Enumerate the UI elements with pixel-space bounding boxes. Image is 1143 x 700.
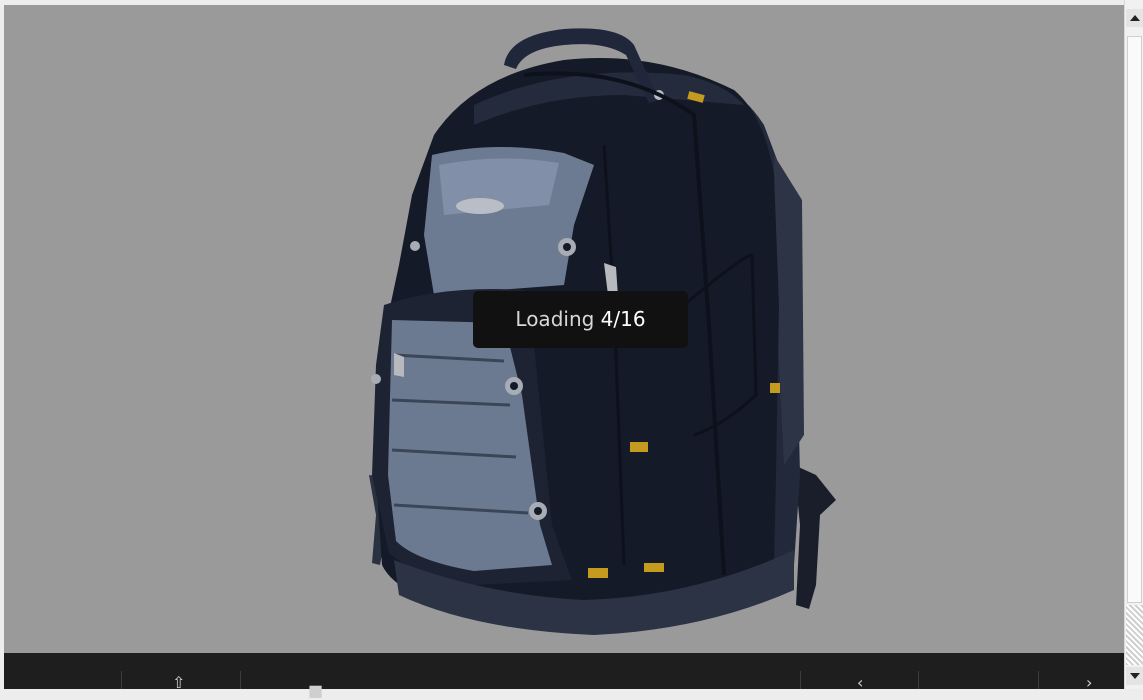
image-icon[interactable]: ■ — [308, 683, 323, 699]
scrollbar-track[interactable] — [1126, 605, 1143, 665]
loading-indicator: Loading 4/16 — [473, 291, 688, 348]
image-viewer[interactable]: Loading 4/16 — [4, 5, 1124, 653]
scroll-down-button[interactable] — [1126, 667, 1143, 685]
arrow-up-icon — [1130, 15, 1140, 21]
scroll-up-button[interactable] — [1126, 9, 1143, 27]
loading-label: Loading — [515, 307, 595, 331]
vertical-scrollbar[interactable] — [1124, 0, 1143, 689]
viewer-toolbar: ⇧ ■ ‹ › — [4, 653, 1124, 699]
toolbar-divider — [240, 671, 241, 689]
toolbar-divider — [918, 671, 919, 689]
toolbar-divider — [800, 671, 801, 689]
toolbar-divider — [121, 671, 122, 689]
loading-count: 4/16 — [600, 307, 646, 331]
toolbar-divider — [1038, 671, 1039, 689]
arrow-down-icon — [1130, 673, 1140, 679]
scrollbar-thumb[interactable] — [1127, 36, 1142, 603]
